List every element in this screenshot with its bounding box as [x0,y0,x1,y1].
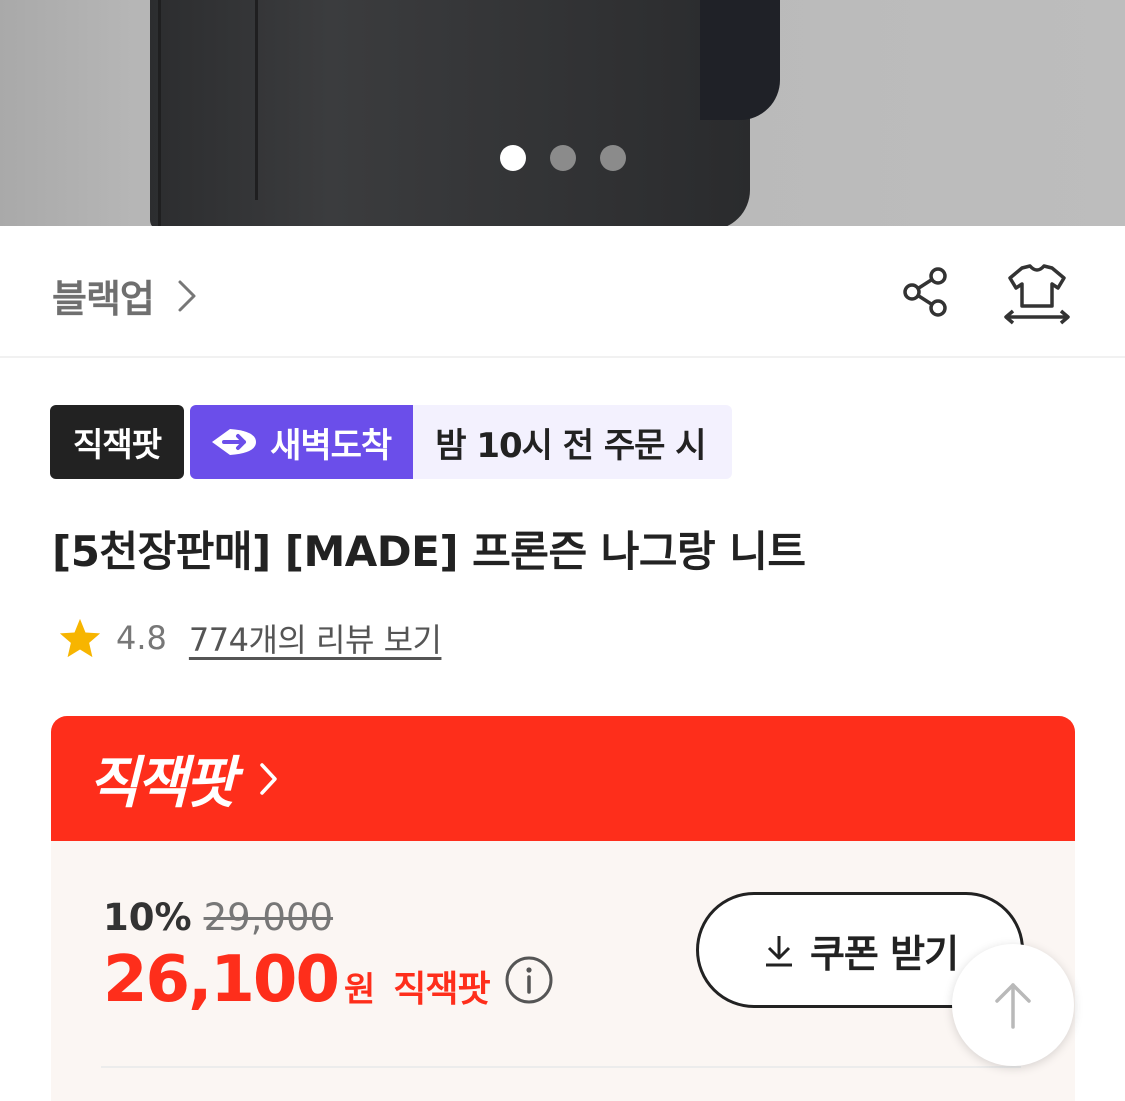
price-area: 10% 29,000 26,100 원 직잭팟 [103,896,554,1017]
product-photo-detail [255,0,258,200]
brand-link[interactable]: 블랙업 [52,268,198,323]
currency-unit: 원 [343,970,376,1010]
rating-value: 4.8 [116,619,167,657]
dawn-delivery-badge: 새벽도착 [190,405,414,479]
dawn-delivery-label: 새벽도착 [270,425,392,466]
final-price: 26,100 [103,943,340,1017]
download-icon [765,936,792,967]
brand-name: 블랙업 [52,277,155,321]
deal-card: 직잭팟 10% 29,000 26,100 원 직잭팟 쿠폰 받기 [51,716,1075,1101]
product-image-carousel[interactable] [0,0,1125,226]
carousel-indicator [500,145,626,171]
product-page: 블랙업 직잭팟 새벽도착 밤 10시 전 주문 시 [5천장판매] [MADE]… [0,0,1125,1101]
rating-row: 4.8 774개의 리뷰 보기 [58,612,442,664]
scroll-top-button[interactable] [952,944,1074,1066]
brand-badge: 직잭팟 [50,405,185,479]
share-icon [903,267,947,317]
product-photo-detail [158,0,161,226]
star-icon [59,618,101,658]
deal-logo: 직잭팟 [88,751,237,816]
deal-header[interactable]: 직잭팟 [51,716,1075,841]
discount-row: 10% 29,000 [103,896,554,939]
size-fit-button[interactable] [1000,260,1074,326]
coupon-label: 쿠폰 받기 [809,931,959,976]
carousel-dot-1[interactable] [500,145,526,171]
info-icon[interactable] [504,955,554,1005]
divider [101,1066,1021,1068]
dawn-delivery-icon [212,429,257,455]
delivery-note: 밤 10시 전 주문 시 [413,405,732,479]
share-button[interactable] [898,264,954,320]
chevron-right-icon [259,762,277,795]
original-price: 29,000 [203,896,334,939]
brand-row: 블랙업 [0,226,1125,358]
product-photo [150,0,750,226]
size-fit-icon [1004,264,1070,325]
carousel-dot-3[interactable] [600,145,626,171]
arrow-up-icon [995,983,1031,1029]
delivery-badges: 직잭팟 새벽도착 밤 10시 전 주문 시 [50,405,732,479]
final-price-label: 직잭팟 [393,969,490,1010]
final-price-row: 26,100 원 직잭팟 [103,943,554,1017]
carousel-dot-2[interactable] [550,145,576,171]
review-link[interactable]: 774개의 리뷰 보기 [189,615,442,661]
product-photo-detail [700,0,780,120]
chevron-right-icon [178,280,196,311]
product-title: [5천장판매] [MADE] 프론즌 나그랑 니트 [52,527,806,576]
discount-rate: 10% [103,896,192,939]
